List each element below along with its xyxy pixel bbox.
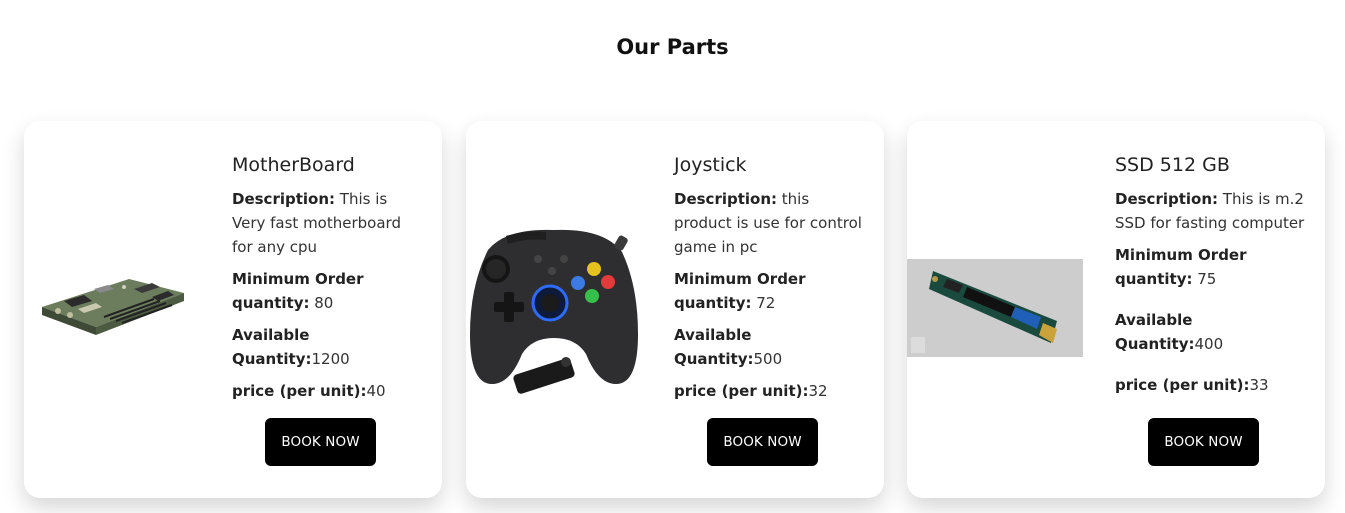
available-value: 500 xyxy=(753,350,783,368)
description-label: Description: xyxy=(232,190,336,208)
product-info: Joystick Description: this product is us… xyxy=(674,151,864,411)
product-description: Description: this product is use for con… xyxy=(674,187,864,259)
ssd-image xyxy=(907,259,1083,357)
available-quantity: Available Quantity:500 xyxy=(674,323,864,371)
section-title: Our Parts xyxy=(616,35,729,59)
available-quantity: Available Quantity:1200 xyxy=(232,323,422,371)
unit-price: price (per unit):33 xyxy=(1115,373,1305,397)
unit-price: price (per unit):40 xyxy=(232,379,422,403)
min-order-quantity: Minimum Order quantity: 80 xyxy=(232,267,422,315)
motherboard-image xyxy=(42,279,184,335)
min-order-quantity: Minimum Order quantity: 72 xyxy=(674,267,864,315)
min-order-label: Minimum Order quantity: xyxy=(232,270,364,312)
product-card-joystick: Joystick Description: this product is us… xyxy=(466,121,884,498)
price-label: price (per unit): xyxy=(674,382,809,400)
product-description: Description: This is Very fast motherboa… xyxy=(232,187,422,259)
product-name: MotherBoard xyxy=(232,154,355,176)
product-description: Description: This is m.2 SSD for fasting… xyxy=(1115,187,1305,235)
available-label: Available Quantity: xyxy=(232,326,312,368)
description-label: Description: xyxy=(1115,190,1219,208)
min-order-quantity: Minimum Order quantity: 75 xyxy=(1115,243,1305,291)
description-label: Description: xyxy=(674,190,778,208)
available-value: 400 xyxy=(1194,335,1224,353)
book-now-button[interactable]: BOOK NOW xyxy=(1148,418,1259,466)
price-label: price (per unit): xyxy=(232,382,367,400)
joystick-image xyxy=(466,214,642,396)
product-info: SSD 512 GB Description: This is m.2 SSD … xyxy=(1115,151,1305,405)
price-value: 40 xyxy=(366,382,386,400)
available-label: Available Quantity: xyxy=(1115,311,1195,353)
min-order-value: 80 xyxy=(309,294,334,312)
price-value: 33 xyxy=(1249,376,1269,394)
min-order-label: Minimum Order quantity: xyxy=(1115,246,1247,288)
product-name: SSD 512 GB xyxy=(1115,154,1230,176)
price-value: 32 xyxy=(808,382,828,400)
min-order-label: Minimum Order quantity: xyxy=(674,270,806,312)
book-now-button[interactable]: BOOK NOW xyxy=(265,418,376,466)
product-name: Joystick xyxy=(674,154,747,176)
min-order-value: 75 xyxy=(1192,270,1217,288)
price-label: price (per unit): xyxy=(1115,376,1250,394)
min-order-value: 72 xyxy=(751,294,776,312)
available-quantity: Available Quantity:400 xyxy=(1115,308,1305,356)
unit-price: price (per unit):32 xyxy=(674,379,864,403)
product-info: MotherBoard Description: This is Very fa… xyxy=(232,151,422,411)
product-card-ssd: SSD 512 GB Description: This is m.2 SSD … xyxy=(907,121,1325,498)
product-card-motherboard: MotherBoard Description: This is Very fa… xyxy=(24,121,442,498)
available-value: 1200 xyxy=(311,350,350,368)
book-now-button[interactable]: BOOK NOW xyxy=(707,418,818,466)
available-label: Available Quantity: xyxy=(674,326,754,368)
